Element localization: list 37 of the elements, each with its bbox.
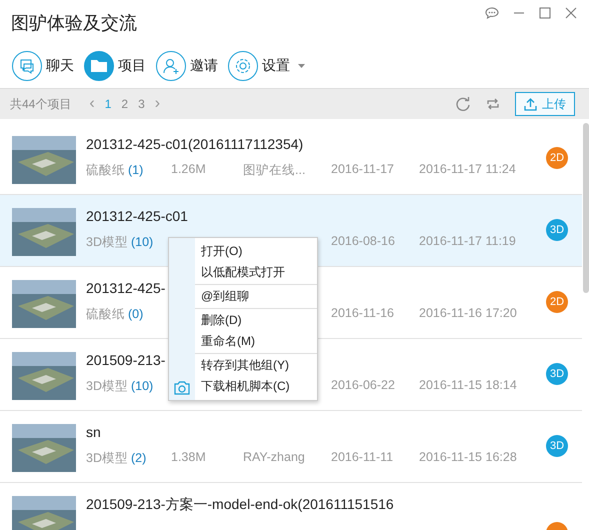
type-badge: 3D bbox=[546, 435, 568, 457]
item-count-text: 共44个项目 bbox=[10, 96, 72, 112]
project-title: 201312-425- bbox=[86, 280, 166, 296]
project-type-text: 3D模型 bbox=[86, 379, 128, 393]
created-date-text: 2016-11-17 bbox=[331, 162, 394, 176]
type-badge: 2D bbox=[546, 291, 568, 313]
project-type-text: 硫酸纸 bbox=[86, 307, 125, 321]
project-title: 201312-425-c01(20161117112354) bbox=[86, 136, 304, 152]
modified-time-text: 2016-11-17 11:24 bbox=[419, 162, 516, 176]
project-title: 201509-213-方案一-model-end-ok(201611151516 bbox=[86, 496, 394, 514]
item-count: (1) bbox=[128, 163, 144, 177]
type-badge: 3D bbox=[546, 219, 568, 241]
project-title: sn bbox=[86, 424, 101, 440]
type-badge: 2D bbox=[546, 147, 568, 169]
project-type-text: 硫酸纸 bbox=[86, 163, 125, 177]
modified-time-text: 2016-11-16 17:20 bbox=[419, 306, 517, 320]
item-count: (10) bbox=[130, 235, 154, 249]
created-date-text: 2016-06-22 bbox=[331, 378, 395, 392]
modified-time-text: 2016-11-15 16:28 bbox=[419, 450, 517, 464]
file-size-text: 1.38M bbox=[171, 450, 206, 464]
created-date-text: 2016-11-16 bbox=[331, 306, 394, 320]
owner-text: RAY-zhang bbox=[243, 450, 305, 464]
file-size-text: 1.26M bbox=[171, 162, 206, 176]
window-title: 图驴体验及交流 bbox=[11, 12, 138, 34]
modified-time-text: 2016-11-17 11:19 bbox=[419, 234, 516, 248]
item-count: (0) bbox=[128, 307, 144, 321]
item-count: (10) bbox=[130, 379, 154, 393]
project-title: 201312-425-c01 bbox=[86, 208, 188, 224]
project-title: 201509-213- bbox=[86, 352, 166, 368]
owner-text: 图驴在线... bbox=[243, 163, 306, 177]
project-type-text: 3D模型 bbox=[86, 451, 128, 465]
type-badge: 3D bbox=[546, 363, 568, 385]
item-count: (2) bbox=[130, 451, 146, 465]
created-date-text: 2016-08-16 bbox=[331, 234, 395, 248]
modified-time-text: 2016-11-15 18:14 bbox=[419, 378, 517, 392]
created-date-text: 2016-11-11 bbox=[331, 450, 394, 464]
project-type-text: 3D模型 bbox=[86, 235, 128, 249]
